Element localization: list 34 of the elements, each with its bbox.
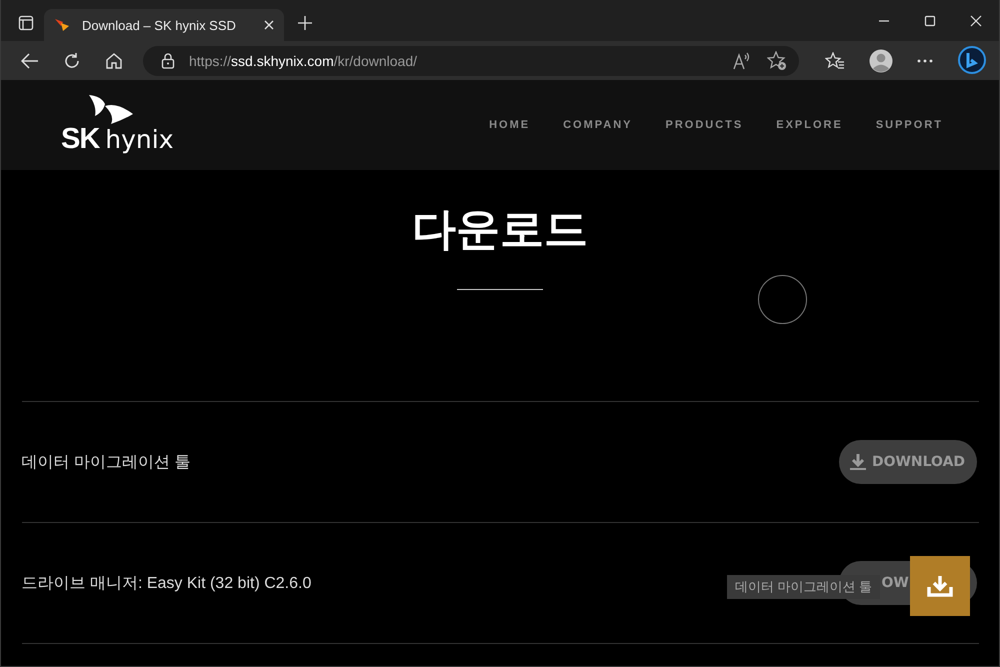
browser-tab[interactable]: Download – SK hynix SSD	[44, 9, 284, 41]
profile-icon[interactable]	[869, 48, 893, 72]
nav-link[interactable]: SUPPORT	[876, 119, 943, 131]
download-name: 데이터 마이그레이션 툴	[22, 452, 190, 472]
new-tab-icon[interactable]	[298, 16, 312, 30]
lock-icon	[161, 52, 175, 68]
circle-cursor	[758, 275, 807, 324]
nav-link[interactable]: HOME	[489, 119, 530, 131]
close-tab-icon[interactable]	[264, 20, 274, 30]
page-title: 다운로드	[412, 203, 588, 257]
maximize-icon[interactable]	[924, 15, 936, 27]
logo[interactable]: SK hynix	[61, 94, 181, 156]
tab-title: Download – SK hynix SSD	[82, 18, 237, 32]
favicon-icon	[54, 18, 70, 32]
add-favorite-icon[interactable]	[767, 50, 787, 70]
tooltip: 데이터 마이그레이션 툴	[727, 575, 880, 599]
download-button[interactable]: DOWNLOAD	[838, 440, 976, 484]
close-icon[interactable]	[970, 15, 982, 27]
nav-link[interactable]: PRODUCTS	[666, 119, 744, 131]
download-button[interactable]	[910, 556, 970, 616]
refresh-icon[interactable]	[63, 52, 81, 70]
download-icon	[850, 453, 866, 471]
back-icon[interactable]	[21, 52, 39, 68]
nav-link[interactable]: COMPANY	[563, 119, 632, 131]
download-name: 드라이브 매니저: Easy Kit (32 bit) C2.6.0	[22, 574, 312, 594]
address-bar[interactable]: https://ssd.skhynix.com/kr/download/	[143, 46, 799, 76]
download-icon	[927, 574, 953, 598]
tab-actions-icon[interactable]	[18, 15, 34, 31]
favorites-icon[interactable]	[825, 52, 845, 70]
nav-link[interactable]: EXPLORE	[776, 119, 843, 131]
url-text: https://ssd.skhynix.com/kr/download/	[189, 52, 418, 68]
chat-icon[interactable]	[957, 46, 987, 76]
more-icon[interactable]	[917, 58, 933, 62]
home-icon[interactable]	[105, 52, 123, 70]
